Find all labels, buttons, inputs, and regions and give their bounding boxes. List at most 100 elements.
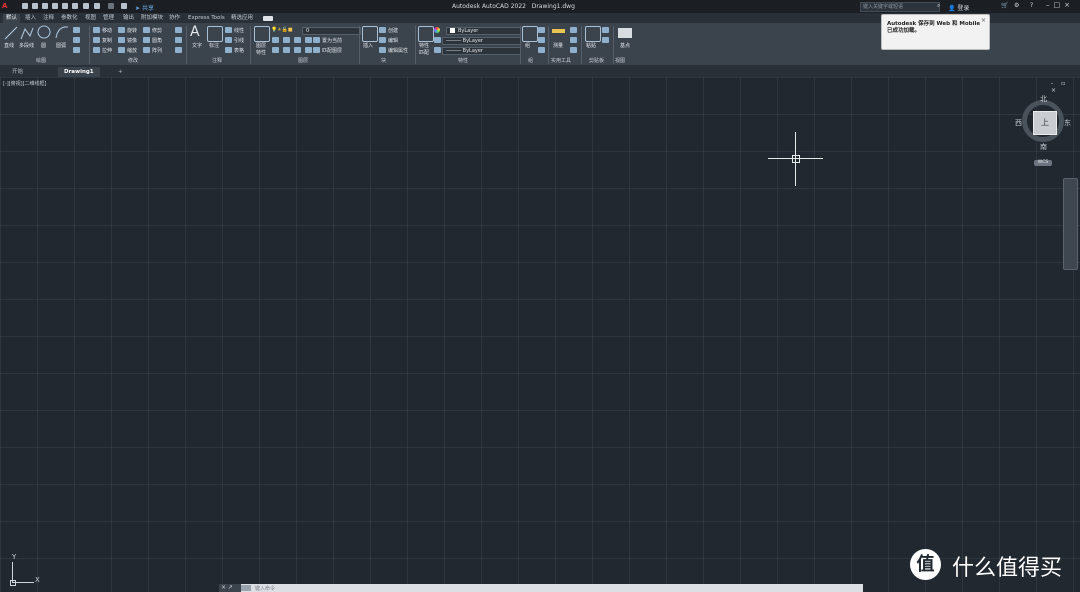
web-open-icon[interactable] bbox=[62, 3, 68, 9]
modify-panel-label[interactable]: 修改 bbox=[128, 57, 138, 64]
window-controls[interactable]: –□× bbox=[1046, 1, 1074, 9]
layer-state-icons[interactable]: 💡☀🔓■ bbox=[271, 27, 293, 33]
undo-icon[interactable] bbox=[94, 3, 100, 9]
leader-button[interactable]: 引线 bbox=[234, 37, 244, 44]
linear-button[interactable]: 线性 bbox=[234, 27, 244, 34]
trim-icon[interactable] bbox=[143, 27, 150, 33]
command-history-icon[interactable] bbox=[241, 585, 251, 591]
erase-icon[interactable] bbox=[175, 27, 182, 33]
set-current-button[interactable]: 置为当前 bbox=[322, 37, 342, 44]
utility-tool-icon[interactable] bbox=[570, 47, 577, 53]
fillet-button[interactable]: 圆角 bbox=[152, 37, 162, 44]
layer-properties-button[interactable]: 图层 bbox=[256, 42, 266, 49]
layer-tool-icon[interactable] bbox=[272, 47, 279, 53]
utilities-panel-label[interactable]: 实用工具 bbox=[551, 57, 571, 64]
line-icon[interactable] bbox=[4, 26, 18, 40]
color-dropdown[interactable]: ByLayer bbox=[446, 27, 521, 35]
linear-icon[interactable] bbox=[225, 27, 232, 33]
layer-tool-icon[interactable] bbox=[294, 37, 301, 43]
clipboard-panel-label[interactable]: 剪贴板 bbox=[589, 57, 604, 64]
fillet-icon[interactable] bbox=[143, 37, 150, 43]
cart-icon[interactable]: 🛒 bbox=[1001, 2, 1008, 9]
clipboard-tool-icon[interactable] bbox=[602, 27, 609, 33]
layer-tool-icon[interactable] bbox=[305, 37, 312, 43]
layer-tool-icon[interactable] bbox=[305, 47, 312, 53]
circle-button[interactable]: 圆 bbox=[41, 42, 46, 49]
match-properties-icon[interactable] bbox=[418, 26, 434, 42]
viewcube-north[interactable]: 北 bbox=[1040, 94, 1047, 104]
rectangle-icon[interactable] bbox=[73, 27, 80, 33]
rotate-icon[interactable] bbox=[118, 27, 125, 33]
viewcube-west[interactable]: 西 bbox=[1015, 118, 1022, 128]
viewport-controls-label[interactable]: [-][俯视][二维线框] bbox=[3, 80, 47, 87]
layer-tool-icon[interactable] bbox=[283, 37, 290, 43]
new-file-icon[interactable] bbox=[22, 3, 28, 9]
redo-icon[interactable] bbox=[108, 3, 114, 9]
arc-icon[interactable] bbox=[55, 25, 69, 39]
block-panel-label[interactable]: 块 bbox=[381, 57, 386, 64]
stretch-icon[interactable] bbox=[93, 47, 100, 53]
tab-collaborate[interactable]: 协作 bbox=[166, 14, 183, 23]
workspace-icon[interactable] bbox=[121, 3, 127, 9]
polyline-icon[interactable] bbox=[20, 26, 34, 40]
rotate-button[interactable]: 旋转 bbox=[127, 27, 137, 34]
layer-dropdown[interactable]: 0 bbox=[302, 27, 361, 35]
edit-block-button[interactable]: 编辑 bbox=[388, 37, 398, 44]
linetype-dropdown[interactable]: ───── ByLayer bbox=[442, 37, 521, 45]
layer-tool-icon[interactable] bbox=[283, 47, 290, 53]
create-block-button[interactable]: 创建 bbox=[388, 27, 398, 34]
save-as-icon[interactable] bbox=[52, 3, 58, 9]
layer-properties-icon[interactable] bbox=[254, 26, 270, 42]
line-button[interactable]: 直线 bbox=[4, 42, 14, 49]
login-button[interactable]: 👤 登录 bbox=[948, 3, 969, 12]
scale-icon[interactable] bbox=[118, 47, 125, 53]
move-button[interactable]: 移动 bbox=[102, 27, 112, 34]
array-button[interactable]: 阵列 bbox=[152, 47, 162, 54]
groups-panel-label[interactable]: 组 bbox=[528, 57, 533, 64]
annotation-panel-label[interactable]: 注释 bbox=[212, 57, 222, 64]
copy-button[interactable]: 复制 bbox=[102, 37, 112, 44]
new-tab-button[interactable]: + bbox=[112, 67, 129, 77]
trim-button[interactable]: 修剪 bbox=[152, 27, 162, 34]
properties-panel-label[interactable]: 特性 bbox=[458, 57, 468, 64]
mirror-button[interactable]: 镜像 bbox=[127, 37, 137, 44]
viewcube-east[interactable]: 东 bbox=[1064, 118, 1071, 128]
viewport-window-controls[interactable]: - ▫ × bbox=[1051, 80, 1080, 94]
base-view-button[interactable]: 基点 bbox=[620, 42, 630, 49]
layers-panel-label[interactable]: 图层 bbox=[298, 57, 308, 64]
base-view-icon[interactable] bbox=[618, 28, 632, 38]
tab-view[interactable]: 视图 bbox=[82, 14, 99, 23]
paste-icon[interactable] bbox=[585, 26, 601, 42]
tab-annotate[interactable]: 注释 bbox=[40, 14, 57, 23]
drawing-canvas[interactable] bbox=[0, 77, 1080, 592]
viewcube-top-face[interactable]: 上 bbox=[1033, 111, 1057, 135]
tab-start[interactable]: 开始 bbox=[6, 67, 29, 77]
close-icon[interactable]: × bbox=[981, 17, 986, 24]
navigation-bar[interactable] bbox=[1063, 178, 1078, 270]
color-wheel-icon[interactable] bbox=[434, 27, 440, 33]
tab-addins[interactable]: 附加模块 bbox=[138, 14, 166, 23]
tab-featured-apps[interactable]: 精选应用 bbox=[228, 14, 256, 23]
move-icon[interactable] bbox=[93, 27, 100, 33]
measure-button[interactable]: 测量 bbox=[553, 42, 563, 49]
insert-button[interactable]: 插入 bbox=[363, 42, 373, 49]
draw-panel-label[interactable]: 绘图 bbox=[36, 57, 46, 64]
group-button[interactable]: 组 bbox=[525, 42, 530, 49]
ribbon-toggle-icon[interactable] bbox=[263, 16, 273, 21]
text-icon[interactable]: A bbox=[190, 24, 200, 40]
table-button[interactable]: 表格 bbox=[234, 47, 244, 54]
utility-tool-icon[interactable] bbox=[570, 37, 577, 43]
group-tool-icon[interactable] bbox=[538, 37, 545, 43]
lineweight-icon[interactable] bbox=[434, 47, 441, 53]
offset-icon[interactable] bbox=[175, 47, 182, 53]
measure-icon[interactable] bbox=[552, 29, 565, 33]
array-icon[interactable] bbox=[143, 47, 150, 53]
save-icon[interactable] bbox=[42, 3, 48, 9]
explode-icon[interactable] bbox=[175, 37, 182, 43]
tab-parametric[interactable]: 参数化 bbox=[58, 14, 81, 23]
tab-express-tools[interactable]: Express Tools bbox=[185, 14, 228, 23]
leader-icon[interactable] bbox=[225, 37, 232, 43]
layer-tool-icon[interactable] bbox=[272, 37, 279, 43]
autocad-logo-icon[interactable]: A bbox=[2, 2, 7, 10]
search-input[interactable]: 键入关键字或短语 bbox=[860, 2, 940, 12]
